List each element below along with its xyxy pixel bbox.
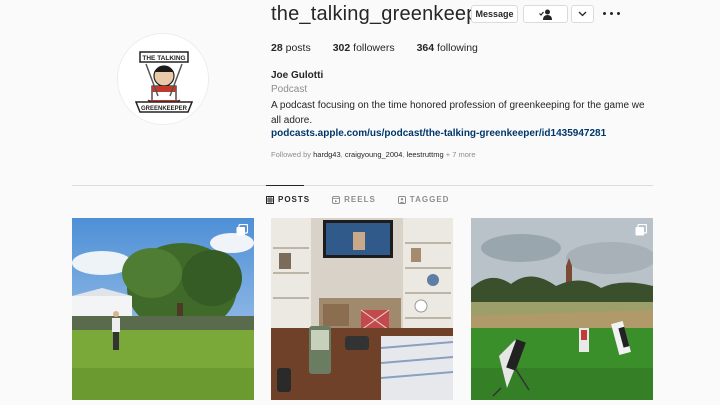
posts-count: 28: [271, 42, 283, 54]
message-button[interactable]: Message: [471, 5, 518, 23]
followed-by-user: hardg43: [313, 150, 341, 159]
tab-reels[interactable]: REELS: [332, 195, 376, 204]
posts-label: posts: [282, 42, 311, 54]
profile-tabs: POSTS REELS TAGGED: [266, 195, 471, 204]
multiple-photos-icon: [236, 224, 248, 236]
followed-by-prefix: Followed by: [271, 150, 314, 159]
options-more-icon[interactable]: [603, 6, 620, 20]
suggested-accounts-button[interactable]: [571, 5, 594, 23]
golfer-putting-green-photo: [72, 218, 254, 400]
following-count: 364: [416, 42, 435, 54]
profile-username: the_talking_greenkeeper: [271, 3, 496, 25]
tab-posts[interactable]: POSTS: [266, 195, 310, 204]
profile-avatar[interactable]: THE TALKING GREENKEEPER: [117, 33, 209, 125]
tab-reels-label: REELS: [344, 195, 376, 204]
followed-by-user: craigyoung_2004: [344, 150, 403, 159]
profile-category: Podcast: [271, 84, 308, 95]
multiple-photos-icon: [635, 224, 647, 236]
person-check-icon: [538, 9, 552, 20]
followers-count: 302: [332, 42, 351, 54]
followed-by-user: leestruttmg: [406, 150, 444, 159]
chevron-down-icon: [578, 11, 587, 17]
tab-posts-label: POSTS: [278, 195, 311, 204]
posts-stat: 28 posts: [271, 42, 311, 54]
post-thumbnail[interactable]: [72, 218, 254, 400]
followers-stat[interactable]: 302 followers: [333, 42, 395, 54]
profile-stats: 28 posts 302 followers 364 following: [271, 42, 500, 54]
reels-icon: [332, 195, 341, 204]
profile-bio: A podcast focusing on the time honored p…: [271, 100, 645, 126]
golf-bags-course-photo: [471, 218, 653, 400]
tab-tagged[interactable]: TAGGED: [397, 195, 450, 204]
followers-label: followers: [350, 42, 395, 54]
living-room-tv-photo: [271, 218, 453, 400]
tab-tagged-label: TAGGED: [409, 195, 450, 204]
following-stat[interactable]: 364 following: [417, 42, 478, 54]
tagged-icon: [397, 195, 406, 204]
following-label: following: [434, 42, 478, 54]
profile-full-name: Joe Gulotti: [271, 70, 324, 81]
profile-website-link[interactable]: podcasts.apple.com/us/podcast/the-talkin…: [271, 128, 606, 139]
post-thumbnail[interactable]: [271, 218, 453, 400]
tabs-divider: [72, 185, 653, 186]
logo-bottom-text: GREENKEEPER: [141, 106, 188, 112]
active-tab-indicator: [266, 185, 304, 186]
following-button[interactable]: [523, 5, 568, 23]
followed-by-text[interactable]: Followed by hardg43, craigyoung_2004, le…: [271, 150, 476, 159]
logo-top-text: THE TALKING: [142, 55, 185, 62]
post-thumbnail[interactable]: [471, 218, 653, 400]
followed-by-suffix: + 7 more: [443, 150, 476, 159]
grid-icon: [266, 195, 274, 204]
talking-greenkeeper-logo: THE TALKING GREENKEEPER: [118, 34, 208, 124]
